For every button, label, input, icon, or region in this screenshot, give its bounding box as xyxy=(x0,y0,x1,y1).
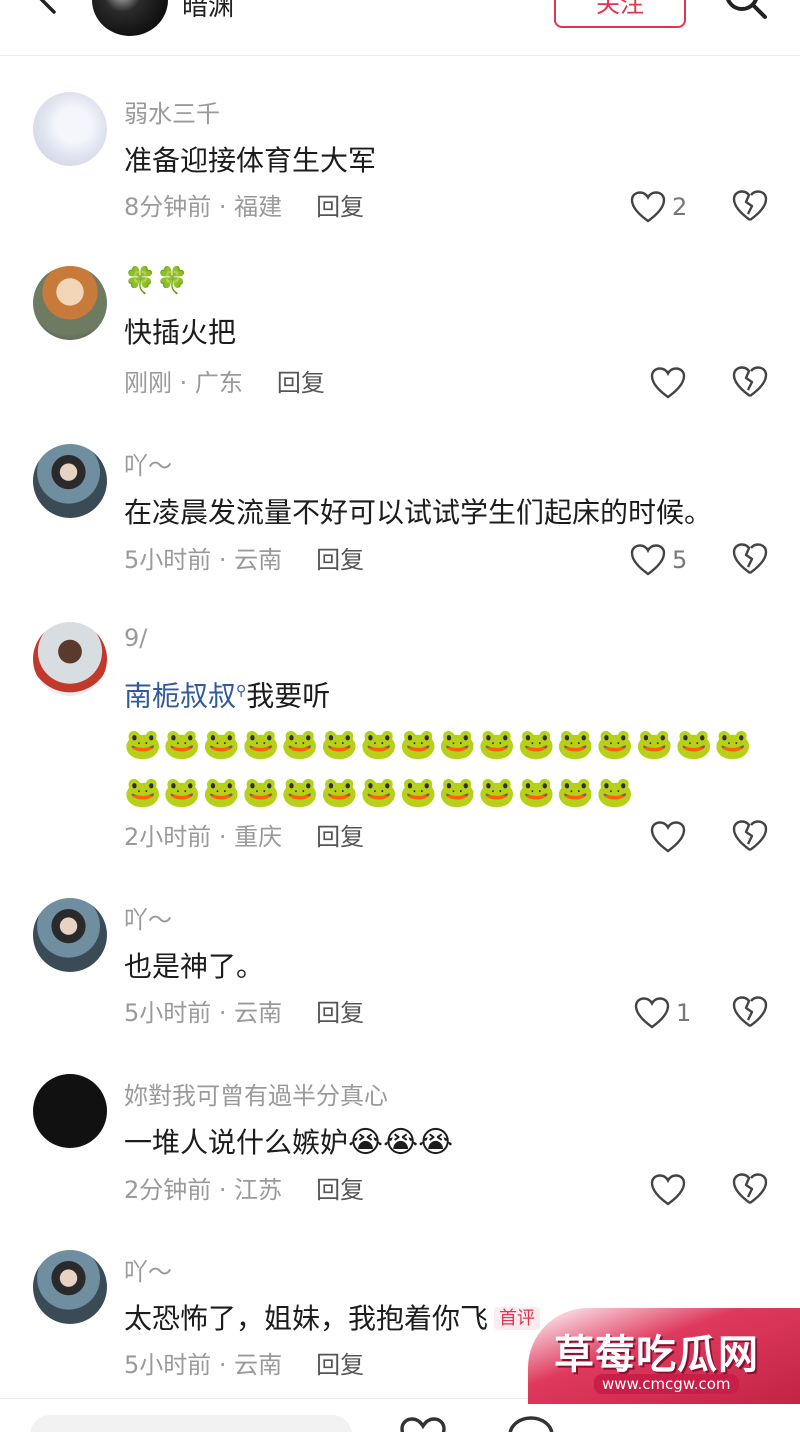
commenter-name[interactable]: 吖～ xyxy=(124,446,172,481)
comment-meta: 2分钟前 · 江苏 回复 xyxy=(124,1175,364,1205)
comment-text-body: 太恐怖了，姐妹，我抱着你飞 xyxy=(124,1302,489,1335)
reply-button[interactable]: 回复 xyxy=(316,1176,364,1204)
like-button[interactable]: 5 xyxy=(630,542,687,578)
watermark-url: www.cmcgw.com xyxy=(594,1374,739,1394)
comment-meta: 刚刚 · 广东 回复 xyxy=(124,368,325,398)
heart-icon xyxy=(630,191,666,223)
mention-link[interactable]: 南栀叔叔 xyxy=(124,679,236,712)
comment-meta: 5小时前 · 云南 回复 xyxy=(124,1350,364,1380)
commenter-name[interactable]: 弱水三千 xyxy=(124,94,220,129)
heart-icon xyxy=(650,1174,686,1206)
comment-text-body: 我要听 xyxy=(246,679,331,713)
reply-button[interactable]: 回复 xyxy=(316,193,364,221)
comment-time-location: 5小时前 · 云南 xyxy=(124,546,283,574)
dislike-icon[interactable] xyxy=(732,365,768,399)
heart-icon[interactable] xyxy=(398,1417,448,1432)
reply-button[interactable]: 回复 xyxy=(316,546,364,574)
top-bar: 暗渊 关注 xyxy=(0,0,800,56)
comment-time-location: 2分钟前 · 江苏 xyxy=(124,1176,283,1204)
heart-icon xyxy=(634,997,670,1029)
dislike-icon[interactable] xyxy=(732,819,768,853)
commenter-name[interactable]: 9/ xyxy=(124,624,147,652)
comment-time-location: 5小时前 · 云南 xyxy=(124,999,283,1027)
author-name[interactable]: 暗渊 xyxy=(182,0,234,23)
comment-text-body: 快插火把 xyxy=(124,316,237,349)
comment-time-location: 2小时前 · 重庆 xyxy=(124,823,283,851)
comment-meta: 5小时前 · 云南 回复 xyxy=(124,998,364,1028)
comment-time-location: 8分钟前 · 福建 xyxy=(124,193,283,221)
comment-text-body: 在凌晨发流量不好可以试试学生们起床的时候。 xyxy=(124,496,713,529)
comment-bubble-icon[interactable] xyxy=(506,1415,556,1432)
commenter-avatar[interactable] xyxy=(33,444,107,518)
dislike-icon[interactable] xyxy=(732,189,768,223)
heart-icon xyxy=(650,821,686,853)
like-button[interactable] xyxy=(650,365,692,401)
comment-text-body: 准备迎接体育生大军 xyxy=(124,144,377,177)
dislike-icon[interactable] xyxy=(732,542,768,576)
comment-text: 在凌晨发流量不好可以试试学生们起床的时候。 xyxy=(124,488,774,538)
search-icon[interactable] xyxy=(720,0,770,28)
commenter-avatar[interactable] xyxy=(33,266,107,340)
comment-text-body: 也是神了。 xyxy=(124,950,265,983)
comment-meta: 8分钟前 · 福建 回复 xyxy=(124,192,364,222)
comment-text: 快插火把 xyxy=(124,308,774,358)
author-avatar[interactable] xyxy=(92,0,168,36)
like-button[interactable] xyxy=(650,1172,692,1208)
mention-search-icon: ⚲ xyxy=(236,683,247,699)
like-count: 5 xyxy=(672,546,688,574)
heart-icon xyxy=(650,367,686,399)
emoji-sequence: 🐸🐸🐸🐸🐸🐸🐸🐸🐸🐸🐸🐸🐸🐸🐸🐸🐸🐸🐸🐸🐸🐸🐸🐸🐸🐸🐸🐸🐸 xyxy=(124,727,754,811)
back-arrow-icon[interactable] xyxy=(26,0,66,18)
commenter-name[interactable]: 🍀🍀 xyxy=(124,266,189,296)
reply-button[interactable]: 回复 xyxy=(316,823,364,851)
dislike-icon[interactable] xyxy=(732,995,768,1029)
like-button[interactable]: 1 xyxy=(634,995,691,1031)
comment-text: 一堆人说什么嫉妒😭😭😭 xyxy=(124,1118,774,1168)
comment-text-body: 一堆人说什么嫉妒 xyxy=(124,1126,349,1159)
like-button[interactable]: 2 xyxy=(630,189,687,225)
reply-button[interactable]: 回复 xyxy=(316,1351,364,1379)
commenter-name[interactable]: 妳對我可曾有過半分真心 xyxy=(124,1076,388,1111)
reply-button[interactable]: 回复 xyxy=(316,999,364,1027)
like-count: 1 xyxy=(676,999,692,1027)
follow-button[interactable]: 关注 xyxy=(554,0,686,28)
commenter-avatar[interactable] xyxy=(33,92,107,166)
commenter-avatar[interactable] xyxy=(33,1074,107,1148)
like-button[interactable] xyxy=(650,819,692,855)
comment-text: 南栀叔叔⚲我要听 🐸🐸🐸🐸🐸🐸🐸🐸🐸🐸🐸🐸🐸🐸🐸🐸🐸🐸🐸🐸🐸🐸🐸🐸🐸🐸🐸🐸🐸 xyxy=(124,666,774,818)
comment-text: 准备迎接体育生大军 xyxy=(124,136,774,186)
emoji-sequence: 😭😭😭 xyxy=(348,1125,454,1160)
comment-input[interactable] xyxy=(30,1415,352,1432)
commenter-name[interactable]: 吖～ xyxy=(124,900,172,935)
comment-meta: 2小时前 · 重庆 回复 xyxy=(124,822,364,852)
commenter-name[interactable]: 吖～ xyxy=(124,1252,172,1287)
commenter-avatar[interactable] xyxy=(33,898,107,972)
comment-meta: 5小时前 · 云南 回复 xyxy=(124,545,364,575)
comment-text: 也是神了。 xyxy=(124,942,774,992)
comment-time-location: 5小时前 · 云南 xyxy=(124,1351,283,1379)
commenter-avatar[interactable] xyxy=(33,622,107,696)
comment-time-location: 刚刚 · 广东 xyxy=(124,369,243,397)
reply-button[interactable]: 回复 xyxy=(277,369,325,397)
heart-icon xyxy=(630,544,666,576)
commenter-avatar[interactable] xyxy=(33,1250,107,1324)
watermark-title: 草莓吃瓜网 xyxy=(554,1332,759,1378)
like-count: 2 xyxy=(672,193,688,221)
dislike-icon[interactable] xyxy=(732,1172,768,1206)
site-watermark: 草莓吃瓜网 www.cmcgw.com xyxy=(528,1308,800,1404)
